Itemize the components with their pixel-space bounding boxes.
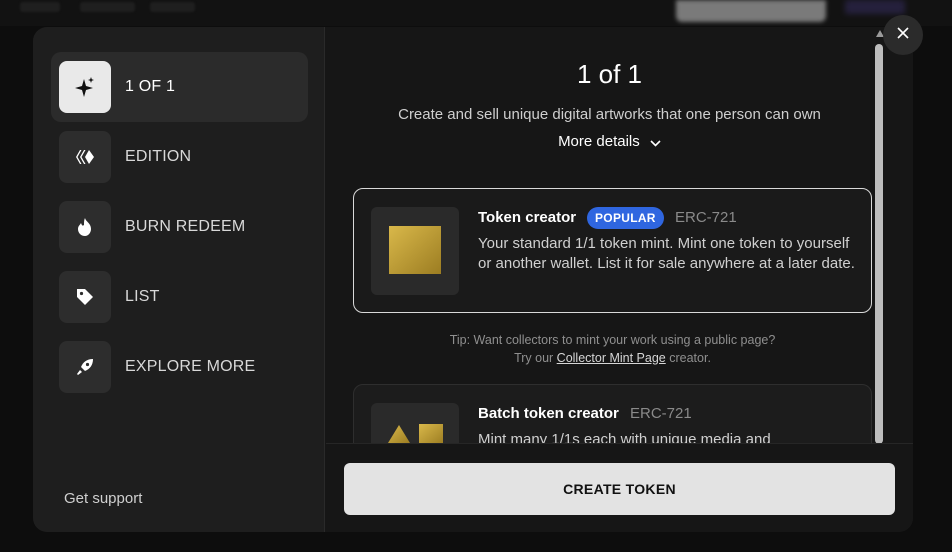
sidebar-item-explore-more[interactable]: EXPLORE MORE — [51, 332, 308, 402]
sparkle-icon — [59, 61, 111, 113]
background-text — [80, 2, 135, 12]
get-support-link[interactable]: Get support — [64, 490, 142, 507]
sidebar-item-label: EXPLORE MORE — [125, 358, 256, 375]
tag-icon — [59, 271, 111, 323]
background-text — [20, 2, 60, 12]
sidebar: 1 OF 1 EDITION BURN REDEEM LIST EXPLORE … — [33, 27, 325, 532]
sidebar-item-label: BURN REDEEM — [125, 218, 246, 235]
tip-prefix: Tip: Want collectors to mint your work u… — [449, 333, 776, 347]
sidebar-item-list[interactable]: LIST — [51, 262, 308, 332]
more-details-label: More details — [558, 133, 640, 150]
scrollbar-thumb[interactable] — [875, 44, 883, 444]
tip-text: Tip: Want collectors to mint your work u… — [353, 331, 872, 367]
sidebar-item-edition[interactable]: EDITION — [51, 122, 308, 192]
fire-icon — [59, 201, 111, 253]
sidebar-item-1of1[interactable]: 1 OF 1 — [51, 52, 308, 122]
sidebar-item-burn-redeem[interactable]: BURN REDEEM — [51, 192, 308, 262]
page-title: 1 of 1 — [576, 59, 643, 89]
card-title: Batch token creator — [478, 405, 619, 422]
card-title: Token creator — [478, 209, 577, 226]
token-creator-card[interactable]: Token creator POPULAR ERC-721 Your stand… — [353, 188, 872, 313]
tip-suffix: creator. — [669, 351, 711, 365]
background-element — [845, 0, 905, 14]
card-description: Your standard 1/1 token mint. Mint one t… — [478, 235, 855, 272]
sidebar-item-label: 1 OF 1 — [125, 78, 176, 95]
more-details-toggle[interactable]: More details — [326, 133, 893, 151]
token-standard: ERC-721 — [675, 209, 737, 226]
tip-try-our: Try our — [514, 351, 554, 365]
collector-mint-page-link[interactable]: Collector Mint Page — [557, 351, 666, 365]
token-thumbnail — [371, 207, 459, 295]
background-button — [676, 0, 826, 22]
edition-icon — [59, 131, 111, 183]
close-icon — [897, 26, 909, 44]
token-standard: ERC-721 — [630, 405, 692, 422]
rocket-icon — [59, 341, 111, 393]
chevron-down-icon — [650, 134, 661, 151]
create-token-button[interactable]: CREATE TOKEN — [344, 463, 895, 515]
modal-footer: CREATE TOKEN — [326, 443, 913, 532]
popular-badge: POPULAR — [587, 207, 664, 229]
close-button[interactable] — [883, 15, 923, 55]
page-subtitle: Create and sell unique digital artworks … — [398, 106, 821, 123]
sidebar-item-label: LIST — [125, 288, 160, 305]
create-token-modal: 1 OF 1 EDITION BURN REDEEM LIST EXPLORE … — [33, 27, 913, 532]
background-text — [150, 2, 195, 12]
sidebar-item-label: EDITION — [125, 148, 192, 165]
